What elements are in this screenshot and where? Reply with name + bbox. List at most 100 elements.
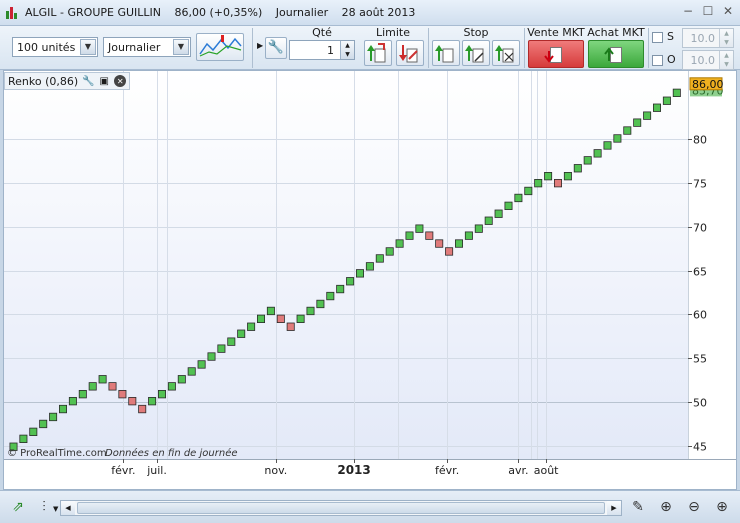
renko-brick-up <box>623 126 632 135</box>
renko-brick-down <box>554 179 563 188</box>
window-title: ALGIL - GROUPE GUILLIN 86,00 (+0,35%) Jo… <box>25 6 425 19</box>
limit-buy-button[interactable] <box>364 40 392 66</box>
renko-brick-up <box>355 269 364 278</box>
toolbar-separator <box>428 28 429 68</box>
sell-market-button[interactable] <box>528 40 584 68</box>
x-tick-label: 2013 <box>337 463 370 477</box>
sell-mkt-label: Vente MKT <box>527 26 585 39</box>
window-controls: − ☐ ✕ <box>682 5 734 17</box>
renko-brick-up <box>68 396 77 406</box>
renko-brick-up <box>49 412 58 422</box>
window-icon[interactable]: ▣ <box>98 75 110 87</box>
scroll-left-icon[interactable]: ◀ <box>61 501 75 515</box>
zoom-out-icon[interactable]: ⊖ <box>684 497 704 517</box>
renko-brick-up <box>544 172 553 181</box>
renko-brick-up <box>336 284 345 294</box>
x-tick-label: avr. <box>508 464 528 477</box>
y-tick-label: 80 <box>693 134 707 147</box>
toolbar-separator <box>524 28 525 68</box>
s-checkbox[interactable] <box>652 32 663 43</box>
renko-brick-up <box>78 389 87 399</box>
wrench-icon[interactable]: 🔧 <box>265 37 287 59</box>
renko-brick-up <box>59 404 68 414</box>
x-tick-label: août <box>534 464 559 477</box>
o-value: 10.0 <box>690 54 716 67</box>
y-tick-label: 45 <box>693 441 707 454</box>
renko-brick-down <box>425 231 434 240</box>
draw-tool-icon[interactable]: ✎ <box>628 497 648 517</box>
chevron-down-icon[interactable]: ▼ <box>173 39 189 55</box>
zoom-in-icon[interactable]: ⊕ <box>712 497 732 517</box>
renko-brick-up <box>603 141 612 150</box>
quote-value: 86,00 (+0,35%) <box>174 6 263 19</box>
o-stepper[interactable]: ▲ ▼ <box>719 51 733 69</box>
close-icon[interactable]: ✕ <box>722 5 734 17</box>
date-label: 28 août 2013 <box>341 6 416 19</box>
renko-brick-up <box>98 375 107 384</box>
renko-chart[interactable]: 45 50 55 60 65 70 75 80 févr. juil. nov. 2013 févr. a… <box>4 71 736 489</box>
scrollbar-thumb[interactable] <box>77 502 605 514</box>
toolbar-separator <box>648 28 649 68</box>
renko-brick-up <box>207 352 216 361</box>
watermark-source: © ProRealTime.com <box>7 448 107 459</box>
renko-brick-up <box>504 201 513 211</box>
renko-brick-down <box>108 382 117 391</box>
renko-brick-up <box>643 111 652 120</box>
buy-mkt-label: Achat MKT <box>587 26 645 39</box>
period-select[interactable]: Journalier ▼ <box>103 37 191 57</box>
minimize-icon[interactable]: − <box>682 5 694 17</box>
limit-sell-button[interactable] <box>396 40 424 66</box>
stop-trailing-icon <box>495 45 514 63</box>
units-select-value: 100 unités <box>17 41 76 54</box>
chart-export-icon[interactable]: ⇗ <box>8 497 28 517</box>
s-stepper[interactable]: ▲ ▼ <box>719 29 733 47</box>
qty-label: Qté <box>312 26 332 39</box>
renko-brick-down <box>445 247 454 256</box>
renko-brick-up <box>227 337 236 346</box>
stop-sell-button[interactable] <box>462 40 490 66</box>
chevron-down-icon[interactable]: ▼ <box>80 39 96 55</box>
zoom-fit-icon[interactable]: ⊕ <box>656 497 676 517</box>
renko-brick-up <box>326 291 335 301</box>
expand-arrow-icon[interactable]: ▶ <box>257 41 263 50</box>
status-bar: ⇗ ⫶ ▼ ◀ ▶ ✎ ⊕ ⊖ ⊕ <box>0 490 740 523</box>
chart-pane[interactable]: 45 50 55 60 65 70 75 80 févr. juil. nov. 2013 févr. a… <box>3 70 737 490</box>
candlestick-type-icon[interactable]: ⫶ <box>34 497 54 517</box>
renko-brick-up <box>365 262 374 271</box>
y-tick-label: 65 <box>693 266 707 279</box>
o-checkbox[interactable] <box>652 55 663 66</box>
indicator-chart-button[interactable] <box>196 33 244 61</box>
candlestick-app-icon <box>5 6 19 20</box>
close-icon[interactable]: ✕ <box>114 75 127 87</box>
wrench-icon[interactable]: 🔧 <box>82 75 94 87</box>
renko-brick-up <box>474 224 483 233</box>
o-value-field[interactable]: 10.0 ▲ ▼ <box>682 50 734 70</box>
scroll-right-icon[interactable]: ▶ <box>607 501 621 515</box>
units-select[interactable]: 100 unités ▼ <box>12 37 98 57</box>
renko-brick-up <box>672 88 681 98</box>
renko-brick-up <box>247 322 256 331</box>
renko-brick-up <box>187 367 196 376</box>
qty-input[interactable]: 1 ▲ ▼ <box>289 40 355 60</box>
buy-market-button[interactable] <box>588 40 644 68</box>
renko-brick-up <box>514 193 523 203</box>
o-label: O <box>667 53 676 66</box>
chart-scrollbar[interactable]: ◀ ▶ <box>60 500 622 516</box>
renko-brick-up <box>662 96 671 105</box>
renko-brick-up <box>19 434 28 444</box>
renko-brick-up <box>454 239 463 248</box>
stop-buy-button[interactable] <box>432 40 460 66</box>
renko-brick-up <box>256 314 265 324</box>
renko-brick-up <box>653 103 662 112</box>
maximize-icon[interactable]: ☐ <box>702 5 714 17</box>
renko-brick-up <box>167 382 176 391</box>
qty-stepper[interactable]: ▲ ▼ <box>340 41 354 59</box>
renko-brick-up <box>296 314 305 324</box>
chevron-down-icon[interactable]: ▼ <box>53 505 58 513</box>
renko-brick-up <box>375 254 384 263</box>
period-label: Journalier <box>275 6 329 19</box>
renko-brick-up <box>633 118 642 127</box>
s-value-field[interactable]: 10.0 ▲ ▼ <box>682 28 734 48</box>
renko-brick-up <box>524 186 533 196</box>
stop-trailing-button[interactable] <box>492 40 520 66</box>
